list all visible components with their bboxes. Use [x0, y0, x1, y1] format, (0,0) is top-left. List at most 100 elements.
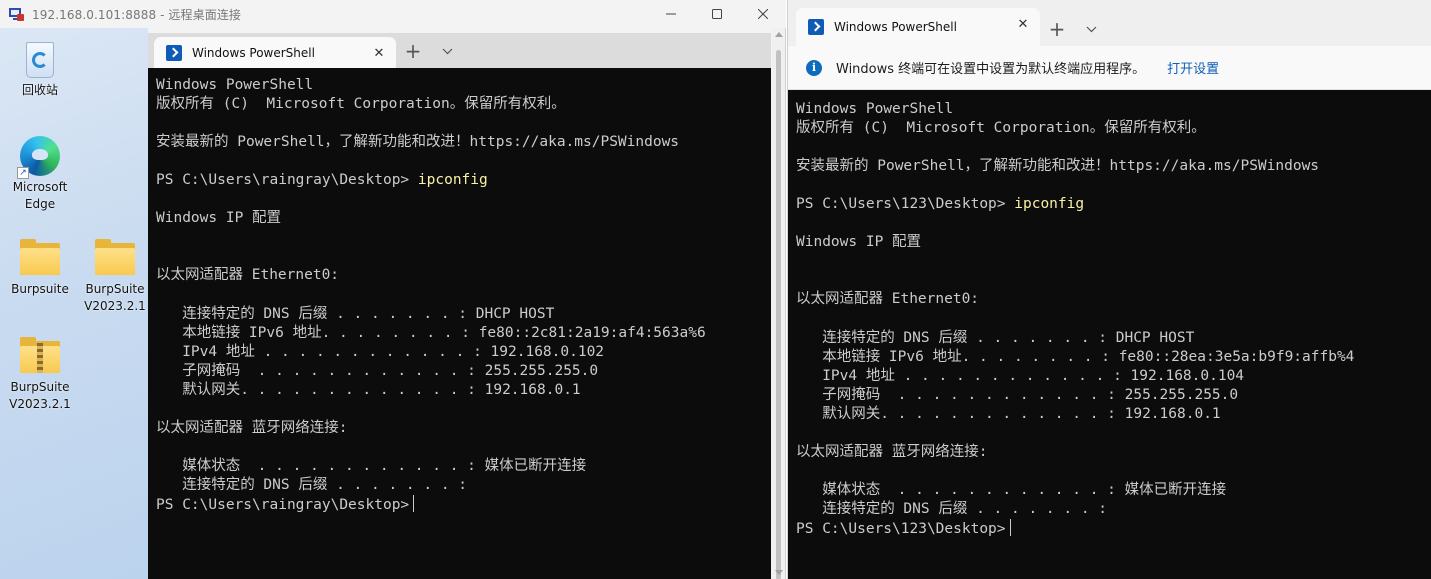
- powershell-icon: [166, 44, 182, 61]
- prompt-text: PS C:\Users\raingray\Desktop>: [156, 172, 418, 189]
- tab-title: Windows PowerShell: [192, 45, 315, 60]
- line-text: Windows IP 配置: [796, 234, 922, 251]
- command-text: ipconfig: [417, 172, 488, 189]
- line-text: 子网掩码 . . . . . . . . . . . . : 255.255.2…: [796, 386, 1239, 403]
- desktop-icon-burpsuite-v2023-zip[interactable]: BurpSuite V2023.2.1: [5, 333, 75, 413]
- line-text: 媒体状态 . . . . . . . . . . . . : 媒体已断开连接: [796, 481, 1227, 498]
- close-button[interactable]: [740, 0, 786, 28]
- tab-title: Windows PowerShell: [834, 20, 957, 34]
- line-text: 连接特定的 DNS 后缀 . . . . . . . : DHCP HOST: [156, 305, 555, 322]
- folder-icon: [92, 235, 138, 281]
- line-text: 连接特定的 DNS 后缀 . . . . . . . : DHCP HOST: [796, 329, 1195, 346]
- terminal-line: 以太网适配器 蓝牙网络连接:: [156, 419, 771, 438]
- line-text: PS C:\Users\raingray\Desktop>: [156, 497, 410, 514]
- line-text: Windows PowerShell: [796, 101, 954, 117]
- tab-bar: Windows PowerShell ✕ +: [788, 0, 1431, 46]
- text-cursor: [413, 495, 415, 513]
- line-text: IPv4 地址 . . . . . . . . . . . . : 192.16…: [796, 367, 1245, 384]
- default-terminal-infobar: i Windows 终端可在设置中设置为默认终端应用程序。 打开设置: [788, 46, 1431, 90]
- line-text: 默认网关. . . . . . . . . . . . . : 192.168.…: [156, 381, 581, 398]
- line-text: 媒体状态 . . . . . . . . . . . . : 媒体已断开连接: [156, 457, 587, 474]
- chevron-down-icon[interactable]: [1074, 12, 1108, 46]
- remote-desktop-surface[interactable]: 回收站 ↗ Microsoft Edge Burpsuite BurpSuite…: [0, 28, 148, 579]
- terminal-line: 以太网适配器 蓝牙网络连接:: [796, 443, 1431, 462]
- desktop-icon-burpsuite-v2023-folder[interactable]: BurpSuite V2023.2.1: [80, 235, 148, 315]
- rdp-window-title: 192.168.0.101:8888 - 远程桌面连接: [32, 7, 242, 22]
- terminal-line: Windows PowerShell: [156, 76, 771, 95]
- desktop-icon-burpsuite-folder[interactable]: Burpsuite: [5, 235, 75, 298]
- scrollbar-thumb[interactable]: [776, 50, 781, 579]
- terminal-line: 版权所有 (C) Microsoft Corporation。保留所有权利。: [156, 95, 771, 114]
- terminal-line: 连接特定的 DNS 后缀 . . . . . . . : DHCP HOST: [156, 305, 771, 324]
- line-text: PS C:\Users\123\Desktop>: [796, 521, 1006, 538]
- terminal-line: 版权所有 (C) Microsoft Corporation。保留所有权利。: [796, 119, 1431, 138]
- terminal-line: 连接特定的 DNS 后缀 . . . . . . . :: [796, 500, 1431, 519]
- terminal-line: 连接特定的 DNS 后缀 . . . . . . . : DHCP HOST: [796, 329, 1431, 348]
- desktop-icon-label: 回收站: [21, 83, 58, 97]
- new-tab-button[interactable]: +: [1040, 12, 1074, 46]
- line-text: 连接特定的 DNS 后缀 . . . . . . . :: [796, 500, 1108, 517]
- rdp-vertical-scrollbar[interactable]: [772, 28, 785, 579]
- terminal-line: PS C:\Users\raingray\Desktop> ipconfig: [156, 171, 771, 190]
- line-text: 以太网适配器 Ethernet0:: [156, 267, 340, 284]
- terminal-line: 媒体状态 . . . . . . . . . . . . : 媒体已断开连接: [796, 481, 1431, 500]
- edge-icon: ↗: [17, 133, 63, 179]
- tab-windows-powershell[interactable]: Windows PowerShell ✕: [154, 37, 396, 68]
- left-powershell-window: Windows PowerShell ✕ + Windows PowerShel…: [148, 33, 771, 579]
- close-tab-icon[interactable]: ✕: [1016, 18, 1030, 32]
- line-text: IPv4 地址 . . . . . . . . . . . . : 192.16…: [156, 343, 605, 360]
- desktop-icon-edge[interactable]: ↗ Microsoft Edge: [5, 133, 75, 213]
- close-icon: [758, 9, 768, 19]
- terminal-line: 默认网关. . . . . . . . . . . . . : 192.168.…: [796, 405, 1431, 424]
- right-powershell-window: Windows PowerShell ✕ + i Windows 终端可在设置中…: [787, 0, 1431, 579]
- terminal-line: 默认网关. . . . . . . . . . . . . : 192.168.…: [156, 381, 771, 400]
- terminal-output[interactable]: Windows PowerShell 版权所有 (C) Microsoft Cor…: [148, 68, 771, 579]
- scroll-up-icon[interactable]: [775, 32, 783, 37]
- terminal-line: Windows IP 配置: [156, 209, 771, 228]
- scroll-down-icon[interactable]: [775, 570, 783, 575]
- info-icon: i: [806, 59, 822, 76]
- infobar-message: Windows 终端可在设置中设置为默认终端应用程序。: [836, 62, 1146, 77]
- rdp-titlebar[interactable]: 192.168.0.101:8888 - 远程桌面连接: [0, 0, 786, 28]
- desktop-icon-label: Microsoft Edge: [12, 180, 68, 211]
- line-text: 安装最新的 PowerShell，了解新功能和改进！https://aka.ms…: [796, 158, 1320, 175]
- powershell-icon: [808, 19, 824, 35]
- terminal-line: 安装最新的 PowerShell，了解新功能和改进！https://aka.ms…: [156, 133, 771, 152]
- terminal-line: 以太网适配器 Ethernet0:: [156, 266, 771, 285]
- terminal-line: IPv4 地址 . . . . . . . . . . . . : 192.16…: [796, 367, 1431, 386]
- line-text: 连接特定的 DNS 后缀 . . . . . . . :: [156, 476, 468, 493]
- line-text: 安装最新的 PowerShell，了解新功能和改进！https://aka.ms…: [156, 134, 680, 151]
- line-text: 版权所有 (C) Microsoft Corporation。保留所有权利。: [796, 120, 1206, 137]
- maximize-icon: [712, 9, 722, 19]
- terminal-line: 本地链接 IPv6 地址. . . . . . . . : fe80::28ea…: [796, 348, 1431, 367]
- new-tab-button[interactable]: +: [396, 34, 430, 68]
- terminal-line: IPv4 地址 . . . . . . . . . . . . : 192.16…: [156, 343, 771, 362]
- terminal-line: 子网掩码 . . . . . . . . . . . . : 255.255.2…: [156, 362, 771, 381]
- command-text: ipconfig: [1014, 196, 1085, 213]
- tab-windows-powershell[interactable]: Windows PowerShell ✕: [796, 8, 1040, 46]
- line-text: Windows IP 配置: [156, 210, 282, 227]
- minimize-button[interactable]: [648, 0, 694, 28]
- chevron-down-icon[interactable]: [430, 34, 464, 68]
- terminal-line: 以太网适配器 Ethernet0:: [796, 290, 1431, 309]
- terminal-output[interactable]: Windows PowerShell 版权所有 (C) Microsoft Cor…: [788, 90, 1431, 579]
- open-settings-link[interactable]: 打开设置: [1167, 58, 1219, 77]
- terminal-line: 安装最新的 PowerShell，了解新功能和改进！https://aka.ms…: [796, 157, 1431, 176]
- close-tab-icon[interactable]: ✕: [372, 47, 386, 61]
- line-text: Windows PowerShell: [156, 77, 314, 93]
- maximize-button[interactable]: [694, 0, 740, 28]
- terminal-line: Windows IP 配置: [796, 233, 1431, 252]
- terminal-line: PS C:\Users\123\Desktop> ipconfig: [796, 195, 1431, 214]
- desktop-icon-recycle-bin[interactable]: 回收站: [5, 36, 75, 99]
